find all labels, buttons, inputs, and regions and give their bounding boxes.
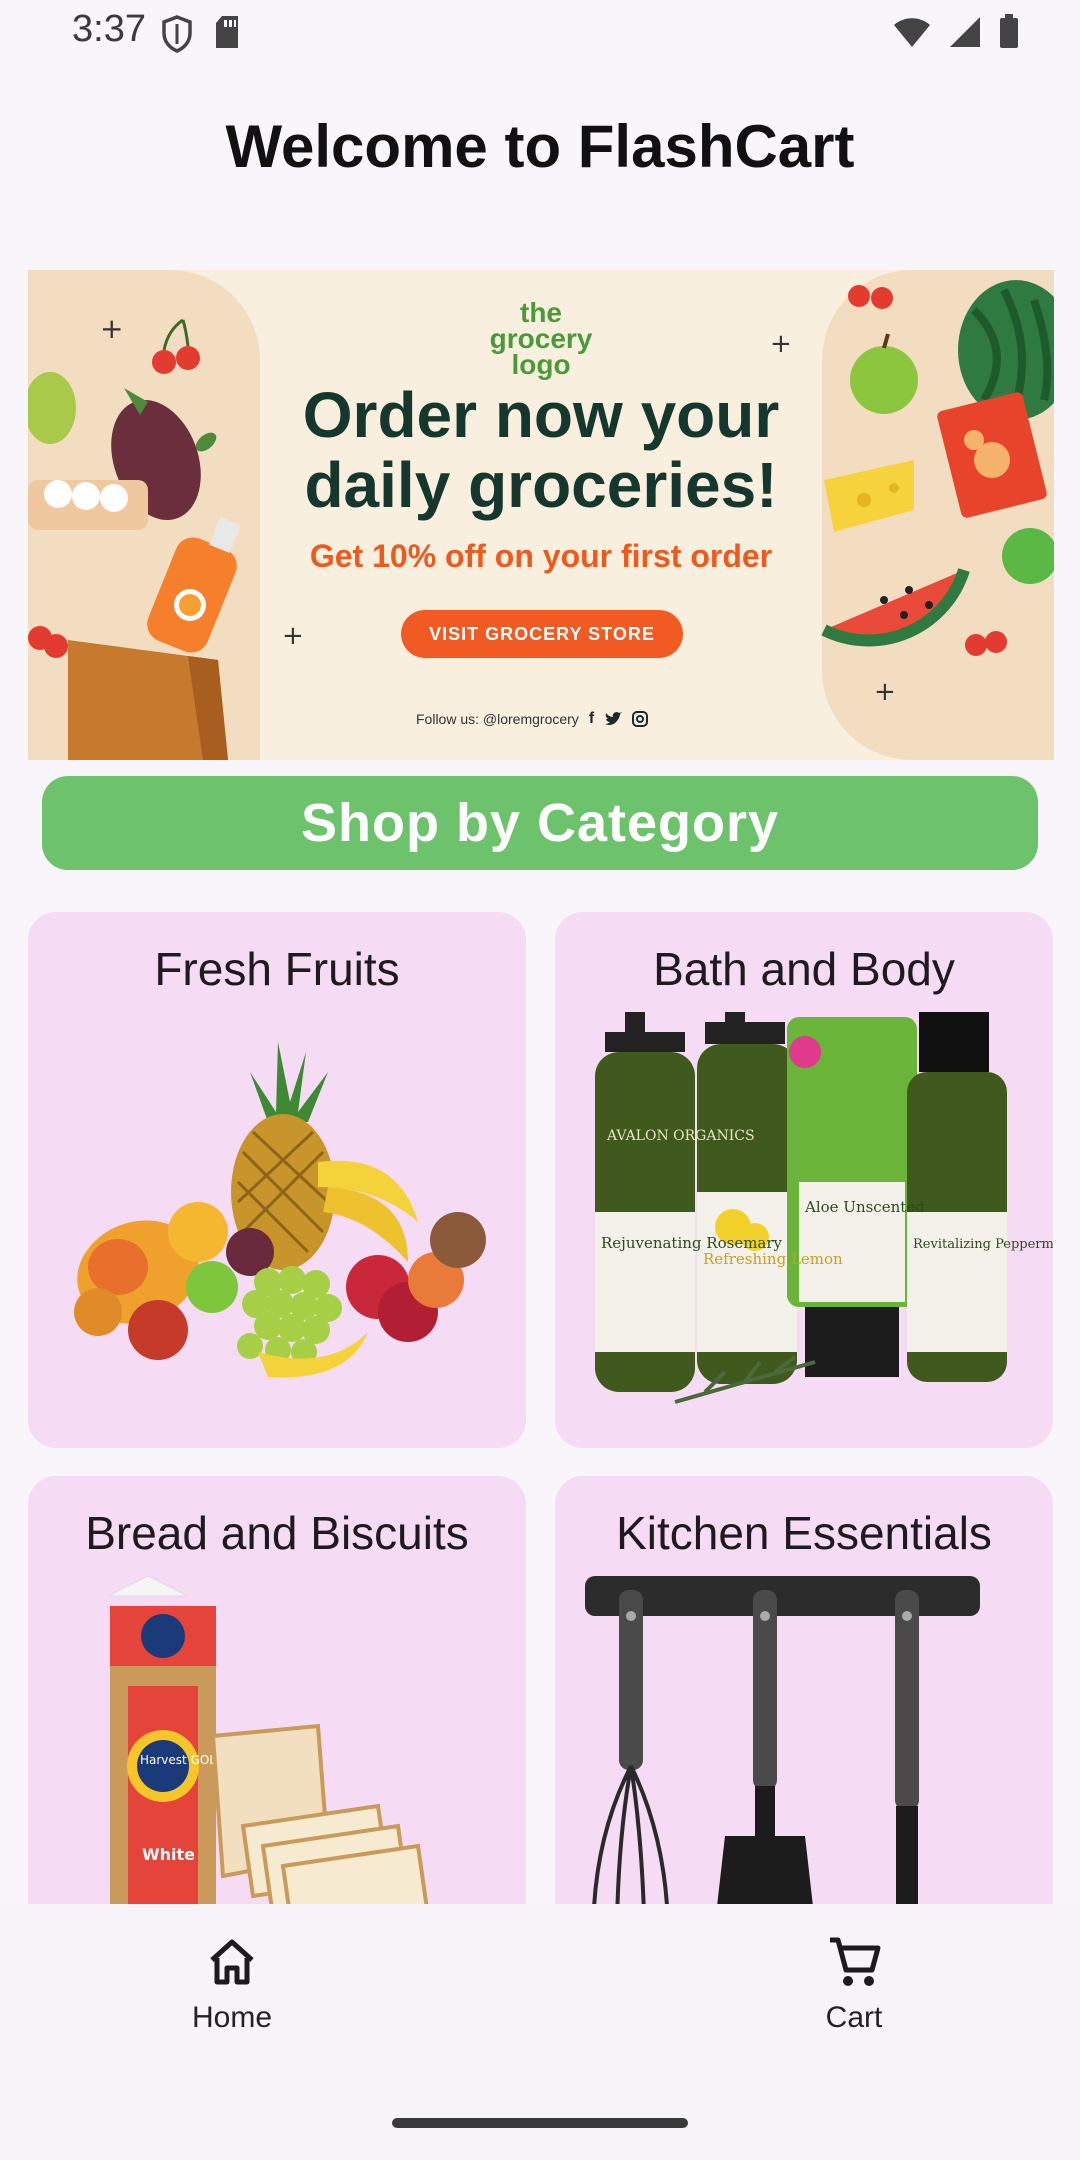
home-indicator[interactable] [392,2118,688,2128]
product-name: Refreshing Lemon [703,1250,843,1268]
facebook-icon: f [588,710,595,727]
battery-icon [1000,14,1018,48]
nav-cart[interactable]: Cart [764,1934,944,2035]
app-screen: 3:37 Welcome to FlashCart + + + + the gr… [0,0,1080,2160]
promo-banner[interactable]: + + + + the grocery logo Order now your … [28,270,1054,760]
banner-follow: Follow us: @loremgrocery f [416,710,649,728]
banner-subtitle: Get 10% off on your first order [309,538,773,574]
banner-headline: Order now your daily groceries! [248,380,834,520]
svg-text:+: + [874,677,896,707]
banner-headline-line: daily groceries! [304,449,778,521]
wifi-icon [894,18,930,47]
cart-icon [830,1937,881,1986]
page-title: Welcome to FlashCart [225,113,855,180]
nav-home-label: Home [191,2001,273,2034]
nav-home[interactable]: Home [142,1934,322,2035]
fruits-image [74,1042,486,1378]
brand-text: AVALON ORGANICS [606,1128,755,1144]
home-icon [210,1939,254,1985]
svg-text:+: + [282,621,304,651]
sd-card-icon [216,16,238,48]
status-time: 3:37 [72,8,146,50]
category-label: Kitchen Essentials [616,1507,992,1559]
banner-logo-line: logo [511,349,571,380]
banner-logo: the grocery logo [28,299,1054,380]
visit-store-button[interactable]: VISIT GROCERY STORE [401,610,683,658]
category-label: Fresh Fruits [154,943,400,995]
nav-cart-label: Cart [825,2001,883,2034]
category-label: Bath and Body [653,943,955,995]
status-bar: 3:37 [0,0,1080,68]
follow-text: Follow us: @loremgrocery [416,711,579,727]
bread-variant: White [142,1845,195,1864]
instagram-icon [632,711,649,727]
product-name: Aloe Unscented [804,1198,925,1216]
bath-products-image: AVALON ORGANICS Rejuvenating Rosemary Re… [595,1012,1053,1404]
category-label: Bread and Biscuits [85,1507,469,1559]
banner-headline-line: Order now your [302,379,780,451]
signal-icon [950,17,980,47]
twitter-icon [605,712,623,725]
shield-icon [162,15,192,53]
product-name: Revitalizing Peppermint [913,1237,1053,1252]
category-card-fresh-fruits[interactable]: Fresh Fruits [28,912,526,1448]
category-card-bath-and-body[interactable]: Bath and Body AVALON ORGANICS Rejuvenati… [555,912,1053,1448]
shop-by-category-button[interactable]: Shop by Category [42,776,1038,870]
